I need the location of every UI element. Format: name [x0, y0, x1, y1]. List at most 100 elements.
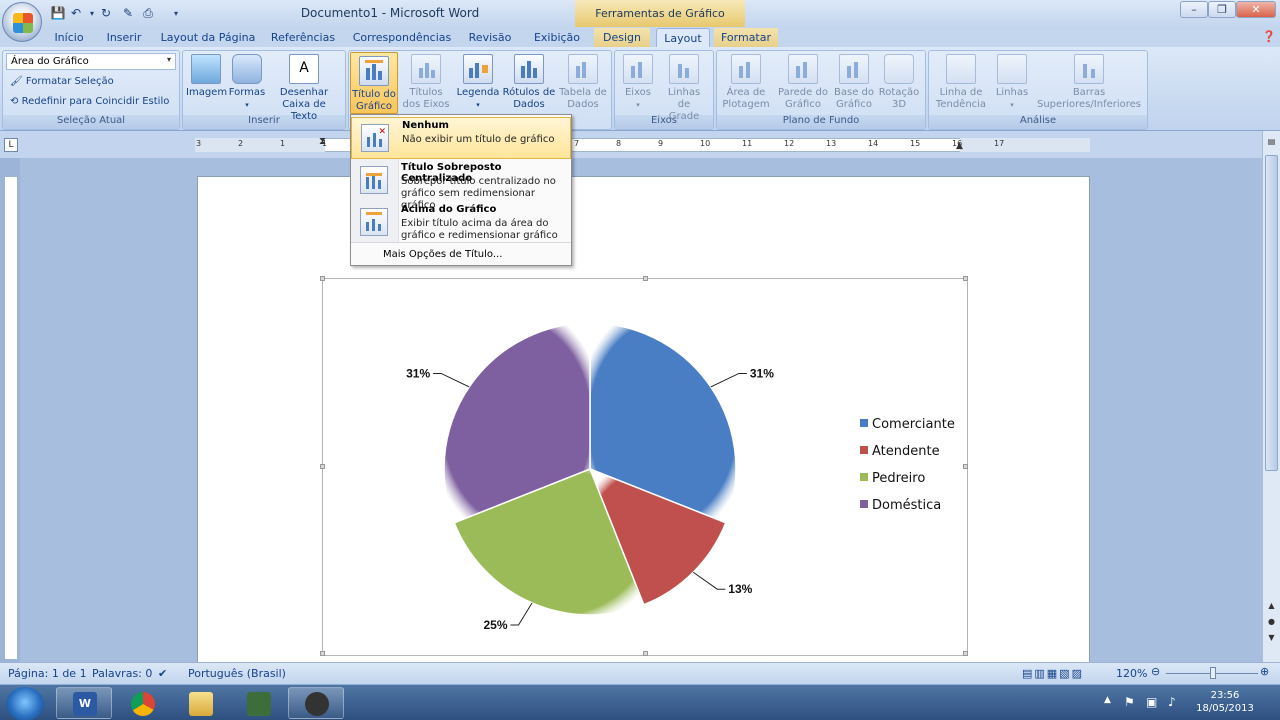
start-button[interactable]	[6, 687, 44, 720]
taskbar-explorer[interactable]	[172, 687, 228, 719]
axes-button[interactable]: Eixos ▾	[618, 54, 658, 111]
gridlines-button[interactable]: Linhas de Grade	[660, 54, 708, 123]
vertical-ruler[interactable]	[4, 176, 18, 660]
tab-correspondencias[interactable]: Correspondências	[350, 28, 454, 47]
resize-handle[interactable]	[643, 276, 648, 281]
lines-button[interactable]: Linhas ▾	[992, 54, 1032, 111]
scrollbar-thumb[interactable]	[1265, 155, 1278, 471]
legend-entry[interactable]: Atendente	[872, 444, 940, 459]
zoom-slider-thumb[interactable]	[1210, 667, 1216, 679]
pie-chart[interactable]: 31% 13% 25% 31% Comerciante Atendente Pedreiro…	[323, 279, 967, 655]
3d-rotation-button[interactable]: Rotação 3D	[878, 54, 920, 111]
data-label[interactable]: 31%	[750, 366, 774, 380]
print-preview-icon[interactable]: ⎙	[140, 5, 156, 21]
legend-entry[interactable]: Pedreiro	[872, 471, 925, 486]
taskbar-recorder[interactable]	[288, 687, 344, 719]
ruler-toggle-icon[interactable]: ▤	[1265, 137, 1278, 151]
ruler-number: 12	[784, 139, 795, 148]
browse-object-icon[interactable]: ●	[1265, 617, 1278, 631]
save-icon[interactable]: 💾	[50, 5, 66, 21]
clock[interactable]: 23:56 18/05/2013	[1190, 689, 1260, 715]
legend-button[interactable]: Legenda ▾	[456, 54, 500, 111]
help-icon[interactable]: ❓	[1262, 30, 1276, 43]
right-indent-marker-icon[interactable]: ▲	[956, 141, 963, 151]
chart-floor-label-2: Gráfico	[836, 99, 872, 110]
tab-inserir[interactable]: Inserir	[100, 28, 148, 47]
previous-page-icon[interactable]: ▲	[1265, 601, 1278, 615]
recorder-icon	[305, 692, 329, 716]
minimize-button[interactable]: –	[1180, 1, 1208, 18]
show-hidden-icons[interactable]: ▲	[1104, 695, 1111, 705]
tab-stop-selector[interactable]: L	[4, 138, 18, 152]
data-label[interactable]: 25%	[483, 618, 507, 632]
chart-wall-button[interactable]: Parede do Gráfico	[776, 54, 830, 111]
word-count[interactable]: Palavras: 0	[92, 667, 152, 680]
menu-item-title: Acima do Gráfico	[401, 204, 497, 215]
tab-layout-pagina[interactable]: Layout da Página	[158, 28, 258, 47]
redo-icon[interactable]: ↻	[98, 5, 114, 21]
office-button[interactable]	[2, 2, 42, 42]
reset-style-button[interactable]: ⟲ Redefinir para Coincidir Estilo	[10, 96, 169, 107]
data-labels-button[interactable]: Rótulos de Dados	[502, 54, 556, 111]
resize-handle[interactable]	[320, 464, 325, 469]
tab-inicio[interactable]: Início	[48, 28, 90, 47]
vertical-scrollbar[interactable]: ▤ ▲ ● ▼	[1262, 131, 1280, 662]
taskbar-word[interactable]: W	[56, 687, 112, 719]
chart-title-button[interactable]: Título do Gráfico	[350, 52, 398, 114]
view-buttons[interactable]: ▤▥▦▧▨	[1022, 667, 1084, 680]
tab-revisao[interactable]: Revisão	[462, 28, 518, 47]
menu-item-none[interactable]: ✕ Nenhum Não exibir um título de gráfico	[351, 117, 571, 159]
taskbar-chrome[interactable]	[114, 687, 170, 719]
data-label[interactable]: 31%	[406, 366, 430, 380]
menu-item-overlay-centered[interactable]: Título Sobreposto Centralizado Sobrepor …	[351, 160, 571, 211]
insert-image-button[interactable]: Imagem	[186, 54, 227, 99]
clock-date: 18/05/2013	[1196, 703, 1254, 714]
resize-handle[interactable]	[963, 651, 968, 656]
shapes-button[interactable]: Formas ▾	[228, 54, 266, 111]
axis-titles-button[interactable]: Títulos dos Eixos	[400, 54, 452, 111]
tab-formatar[interactable]: Formatar	[714, 28, 778, 47]
legend-entry[interactable]: Comerciante	[872, 417, 955, 432]
page-count[interactable]: Página: 1 de 1	[8, 667, 87, 680]
chart-object[interactable]: 31% 13% 25% 31% Comerciante Atendente Pedreiro…	[322, 278, 968, 656]
action-center-icon[interactable]: ⚑	[1124, 695, 1135, 709]
tab-referencias[interactable]: Referências	[266, 28, 340, 47]
resize-handle[interactable]	[963, 464, 968, 469]
more-title-options[interactable]: Mais Opções de Título...	[351, 242, 571, 266]
tab-layout[interactable]: Layout	[656, 28, 710, 47]
resize-handle[interactable]	[643, 651, 648, 656]
taskbar-app[interactable]	[230, 687, 286, 719]
restore-button[interactable]: ❐	[1208, 1, 1236, 18]
volume-icon[interactable]: ♪	[1168, 695, 1176, 709]
next-page-icon[interactable]: ▼	[1265, 633, 1278, 647]
chart-wall-label-1: Parede do	[778, 87, 828, 98]
data-table-button[interactable]: Tabela de Dados	[558, 54, 608, 111]
resize-handle[interactable]	[963, 276, 968, 281]
updown-bars-button[interactable]: Barras Superiores/Inferiores	[1034, 54, 1144, 111]
indent-marker-icon[interactable]: ⧗	[319, 136, 329, 152]
zoom-out-icon[interactable]: ⊖	[1151, 665, 1160, 678]
customize-qat-icon[interactable]: ▾	[168, 5, 184, 21]
chart-floor-button[interactable]: Base do Gráfico	[832, 54, 876, 111]
proofing-icon[interactable]: ✔	[158, 667, 167, 680]
zoom-level[interactable]: 120%	[1116, 667, 1147, 680]
close-button[interactable]: ✕	[1236, 1, 1276, 18]
format-selection-button[interactable]: 🖌 Formatar Seleção	[10, 76, 114, 87]
resize-handle[interactable]	[320, 276, 325, 281]
undo-icon[interactable]: ↶	[68, 5, 84, 21]
menu-item-above-chart[interactable]: Acima do Gráfico Exibir título acima da …	[351, 202, 571, 244]
trendline-button[interactable]: Linha de Tendência	[932, 54, 990, 111]
tab-exibicao[interactable]: Exibição	[528, 28, 586, 47]
format-painter-icon[interactable]: ✎	[120, 5, 136, 21]
tab-design[interactable]: Design	[594, 28, 650, 47]
data-label[interactable]: 13%	[728, 582, 752, 596]
language[interactable]: Português (Brasil)	[188, 667, 286, 680]
legend-entry[interactable]: Doméstica	[872, 498, 941, 513]
zoom-in-icon[interactable]: ⊕	[1260, 665, 1269, 678]
plot-area-button[interactable]: Área de Plotagem	[720, 54, 772, 111]
chart-element-select[interactable]: Área do Gráfico ▾	[6, 53, 176, 70]
lines-icon	[997, 54, 1027, 84]
network-icon[interactable]: ▣	[1146, 695, 1157, 709]
draw-text-box-button[interactable]: A Desenhar Caixa de Texto	[268, 54, 340, 123]
resize-handle[interactable]	[320, 651, 325, 656]
